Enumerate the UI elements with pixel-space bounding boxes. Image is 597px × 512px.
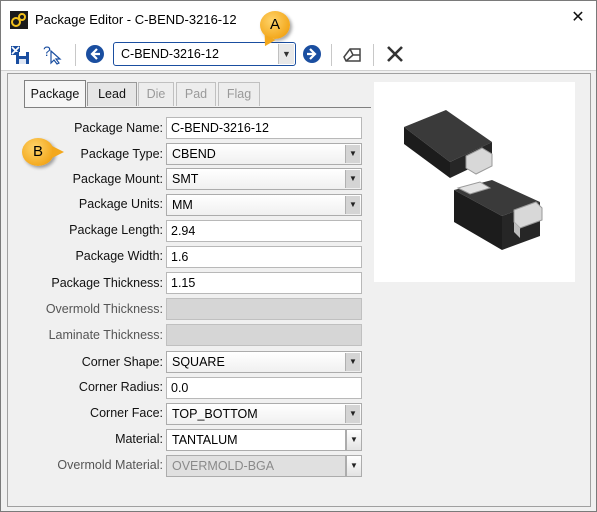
overmold-material-select: OVERMOLD-BGA <box>166 455 346 477</box>
window-title: Package Editor - C-BEND-3216-12 <box>35 12 237 27</box>
corner-shape-select[interactable]: SQUARE ▼ <box>166 351 362 373</box>
toolbar-separator <box>75 44 76 66</box>
help-cursor-icon[interactable]: ? <box>41 42 65 66</box>
package-panel: Package Lead Die Pad Flag B Package Name… <box>7 73 591 507</box>
material-value: TANTALUM <box>172 433 238 447</box>
package-mount-select[interactable]: SMT ▼ <box>166 168 362 190</box>
laminate-thickness-input <box>166 324 362 346</box>
package-length-label: Package Length: <box>69 223 163 237</box>
tab-package[interactable]: Package <box>24 80 86 107</box>
overmold-material-label: Overmold Material: <box>57 458 163 472</box>
overmold-thickness-label: Overmold Thickness: <box>45 302 163 316</box>
package-mount-label: Package Mount: <box>72 172 163 186</box>
tab-divider <box>24 107 371 108</box>
toolbar-separator <box>331 44 332 66</box>
package-type-select[interactable]: CBEND ▼ <box>166 143 362 165</box>
chevron-down-icon[interactable]: ▼ <box>278 44 294 64</box>
chevron-down-icon[interactable]: ▼ <box>345 353 360 371</box>
component-render-image <box>404 110 543 250</box>
chevron-down-icon[interactable]: ▼ <box>345 170 360 188</box>
next-arrow-icon[interactable] <box>300 42 324 66</box>
package-units-label: Package Units: <box>78 197 163 211</box>
chevron-down-icon[interactable]: ▼ <box>345 145 360 163</box>
corner-face-select[interactable]: TOP_BOTTOM ▼ <box>166 403 362 425</box>
title-bar: Package Editor - C-BEND-3216-12 ✕ <box>1 1 596 37</box>
toolbar-separator <box>373 44 374 66</box>
package-select-value: C-BEND-3216-12 <box>121 47 219 61</box>
delete-icon[interactable] <box>383 42 407 66</box>
overmold-material-value: OVERMOLD-BGA <box>172 459 275 473</box>
corner-shape-label: Corner Shape: <box>81 355 163 369</box>
package-width-input[interactable]: 1.6 <box>166 246 362 268</box>
tab-die: Die <box>138 82 174 106</box>
tab-flag: Flag <box>218 82 260 106</box>
package-name-label: Package Name: <box>74 121 163 135</box>
package-units-select[interactable]: MM ▼ <box>166 194 362 216</box>
package-type-label: Package Type: <box>80 147 163 161</box>
corner-radius-input[interactable]: 0.0 <box>166 377 362 399</box>
package-3d-preview <box>374 82 575 282</box>
laminate-thickness-label: Laminate Thickness: <box>48 328 163 342</box>
toolbar: ? C-BEND-3216-12 ▼ <box>1 37 596 71</box>
callout-a: A <box>260 11 290 39</box>
previous-arrow-icon[interactable] <box>83 42 107 66</box>
package-length-input[interactable]: 2.94 <box>166 220 362 242</box>
app-gear-icon <box>10 11 28 29</box>
3d-view-icon[interactable] <box>340 42 364 66</box>
package-thickness-input[interactable]: 1.15 <box>166 272 362 294</box>
tab-lead[interactable]: Lead <box>87 82 137 106</box>
package-thickness-label: Package Thickness: <box>51 276 163 290</box>
chevron-down-icon[interactable]: ▼ <box>346 455 362 477</box>
material-label: Material: <box>115 432 163 446</box>
tab-pad: Pad <box>176 82 216 106</box>
chevron-down-icon[interactable]: ▼ <box>345 196 360 214</box>
package-width-label: Package Width: <box>75 249 163 263</box>
material-select[interactable]: TANTALUM <box>166 429 346 451</box>
package-name-input[interactable]: C-BEND-3216-12 <box>166 117 362 139</box>
package-mount-value: SMT <box>172 172 199 186</box>
corner-face-value: TOP_BOTTOM <box>172 407 258 421</box>
chevron-down-icon[interactable]: ▼ <box>346 429 362 451</box>
svg-text:?: ? <box>43 43 51 59</box>
save-close-icon[interactable] <box>9 42 33 66</box>
corner-radius-label: Corner Radius: <box>78 380 163 394</box>
chevron-down-icon[interactable]: ▼ <box>345 405 360 423</box>
corner-face-label: Corner Face: <box>90 406 163 420</box>
overmold-thickness-input <box>166 298 362 320</box>
package-editor-window: Package Editor - C-BEND-3216-12 ✕ ? C-BE… <box>0 0 597 512</box>
corner-shape-value: SQUARE <box>172 355 225 369</box>
package-units-value: MM <box>172 198 193 212</box>
close-icon[interactable]: ✕ <box>569 9 587 27</box>
package-type-value: CBEND <box>172 147 216 161</box>
